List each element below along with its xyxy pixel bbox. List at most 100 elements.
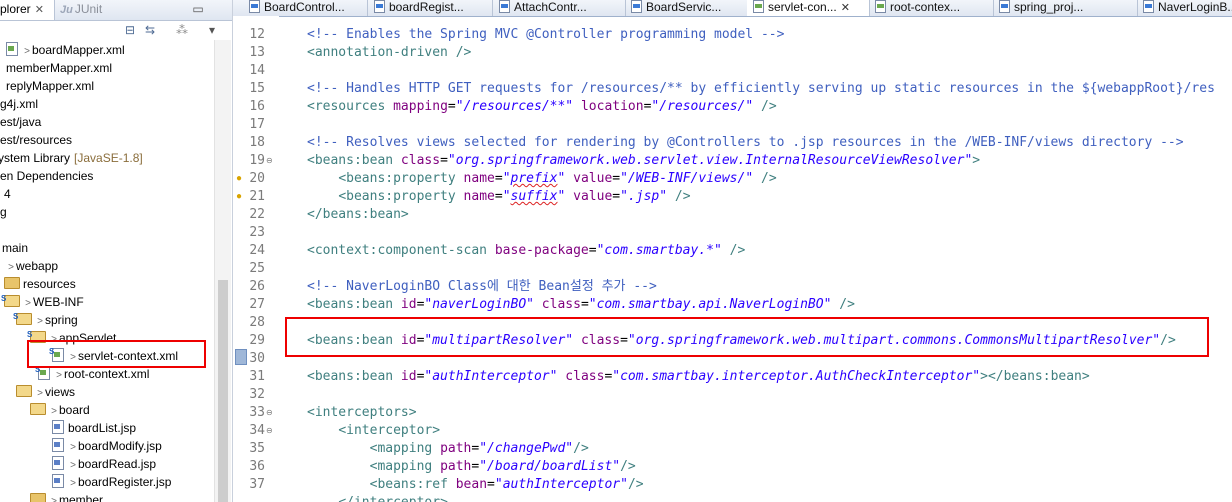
editor-tab[interactable]: BoardControl... [243, 0, 368, 16]
code-line[interactable]: <beans:bean id="authInterceptor" class="… [307, 368, 1090, 386]
tree-item[interactable]: boardList.jsp [52, 419, 136, 437]
code-line[interactable]: <mapping path="/board/boardList"/> [307, 458, 636, 476]
code-line[interactable]: <!-- Handles HTTP GET requests for /reso… [307, 80, 1215, 98]
code-line[interactable]: </beans:bean> [307, 206, 409, 224]
tree-item[interactable]: > boardModify.jsp [52, 437, 162, 455]
editor-tab[interactable]: boardRegist... [368, 0, 493, 16]
tab-junit[interactable]: Ju JUnit [60, 0, 102, 20]
code-line[interactable]: <!-- Resolves views selected for renderi… [307, 134, 1184, 152]
explorer-scroll-thumb[interactable] [218, 280, 228, 502]
editor-tab[interactable]: servlet-con... ✕ [747, 0, 870, 16]
line-number: 23 [249, 225, 265, 240]
editor-tab[interactable]: BoardServic... [625, 0, 748, 16]
tree-item[interactable]: > boardRegister.jsp [52, 473, 171, 491]
editor-tab[interactable]: spring_proj... [993, 0, 1138, 16]
line-number: 14 [249, 63, 265, 78]
focus-icon[interactable]: ⁂ [174, 22, 190, 38]
tree-item[interactable]: memberMapper.xml [6, 59, 112, 77]
java-file-icon [631, 0, 642, 13]
code-line[interactable]: <interceptor> [307, 422, 440, 440]
editor-tab-label: boardRegist... [389, 0, 464, 14]
spring-badge-icon: S [13, 312, 19, 321]
java-file-icon [1143, 0, 1154, 13]
tree-item-label: member [59, 493, 104, 502]
fold-toggle-icon[interactable]: ⊖ [266, 404, 273, 422]
tree-item-label: boardModify.jsp [78, 439, 162, 453]
line-number: 31 [249, 369, 265, 384]
line-number: 17 [249, 117, 265, 132]
code-line[interactable]: <!-- NaverLoginBO Class에 대한 Bean설정 추가 --… [307, 278, 657, 296]
tree-item[interactable]: > views [16, 383, 75, 401]
tree-item[interactable]: main [2, 239, 28, 257]
code-line[interactable]: <annotation-driven /> [307, 44, 471, 62]
editor-tab[interactable]: AttachContr... [493, 0, 626, 16]
tree-item[interactable]: > boardRead.jsp [52, 455, 156, 473]
editor-tab-label: AttachContr... [514, 0, 587, 14]
code-line[interactable]: <context:component-scan base-package="co… [307, 242, 745, 260]
file-icon [52, 438, 64, 452]
code-line[interactable]: <resources mapping="/resources/**" locat… [307, 98, 777, 116]
tree-item[interactable]: 4 [4, 185, 11, 203]
minimize-icon[interactable]: ▭ [190, 1, 206, 17]
folder-icon [30, 493, 46, 502]
tree-item-label: boardList.jsp [68, 421, 137, 435]
file-icon [52, 474, 64, 488]
code-line[interactable]: <interceptors> [307, 404, 417, 422]
editor-tab-bar: BoardControl... boardRegist... AttachContr… [233, 0, 1232, 17]
line-number: 24 [249, 243, 265, 258]
tree-item[interactable]: g [0, 203, 7, 221]
tree-item[interactable]: > member [30, 491, 103, 502]
tree-item[interactable]: resources [4, 275, 76, 293]
fold-toggle-icon[interactable]: ⊖ [266, 422, 273, 440]
explorer-scrollbar[interactable] [214, 40, 231, 502]
file-icon [52, 456, 64, 470]
editor-tab[interactable]: root-contex... [869, 0, 994, 16]
tree-item-label: root-context.xml [64, 367, 150, 381]
tree-item-label: resources [23, 277, 76, 291]
line-number: 29 [249, 333, 265, 348]
code-line[interactable]: </interceptor> [307, 494, 448, 502]
code-line[interactable]: <beans:property name="prefix" value="/WE… [307, 170, 776, 188]
code-line[interactable]: <mapping path="/changePwd"/> [307, 440, 589, 458]
line-number: 25 [249, 261, 265, 276]
line-number: 18 [249, 135, 265, 150]
tree-item[interactable]: replyMapper.xml [6, 77, 94, 95]
tree-item-label: WEB-INF [33, 295, 84, 309]
file-icon [6, 42, 18, 56]
line-number-gutter: 12 13 14 15 16 17 18 19 20 21 22 23 24 25 26 27 28 29 30 31… [233, 16, 279, 502]
tree-item[interactable]: > board [30, 401, 90, 419]
view-menu-icon[interactable]: ▾ [204, 22, 220, 38]
spring-badge-icon: S [1, 294, 7, 303]
close-tab-icon[interactable]: ✕ [841, 2, 850, 14]
editor-tab-label: spring_proj... [1014, 0, 1084, 14]
tree-item[interactable]: > webapp [6, 257, 58, 275]
link-with-editor-icon[interactable]: ⇆ [142, 22, 158, 38]
tree-item-label: views [45, 385, 76, 399]
tree-item-label: g [0, 205, 7, 219]
fold-toggle-icon[interactable]: ⊖ [266, 152, 273, 170]
warning-bulb-icon[interactable]: ● [236, 188, 242, 206]
collapse-all-icon[interactable]: ⊟ [122, 22, 138, 38]
editor-tab[interactable]: NaverLoginB... [1137, 0, 1232, 16]
code-line[interactable]: <beans:bean id="naverLoginBO" class="com… [307, 296, 855, 314]
close-icon[interactable]: ✕ [35, 4, 44, 16]
tree-item[interactable]: est/resources [0, 131, 72, 149]
code-area[interactable]: <!-- Enables the Spring MVC @Controller … [279, 16, 1232, 502]
tree-item[interactable]: ystem Library [JavaSE-1.8] [0, 149, 143, 167]
code-line[interactable]: <beans:ref bean="authInterceptor"/> [307, 476, 644, 494]
editor-tab-label: BoardControl... [264, 0, 345, 14]
tree-item[interactable]: est/java [0, 113, 41, 131]
warning-bulb-icon[interactable]: ● [236, 170, 242, 188]
line-number: 12 [249, 27, 265, 42]
tree-item[interactable]: > boardMapper.xml [6, 41, 125, 59]
code-line[interactable]: <beans:bean class="org.springframework.w… [307, 152, 980, 170]
line-number: 33 [249, 405, 265, 420]
code-line[interactable]: <beans:property name="suffix" value=".js… [307, 188, 690, 206]
code-line[interactable]: <!-- Enables the Spring MVC @Controller … [307, 26, 784, 44]
tree-item[interactable]: en Dependencies [0, 167, 93, 185]
tree-item[interactable]: S > spring [13, 311, 78, 329]
folder-icon: S [13, 312, 32, 325]
tree-item[interactable]: g4j.xml [0, 95, 38, 113]
folder-icon [30, 403, 46, 415]
tab-package-explorer[interactable]: plorer ✕ [0, 0, 55, 20]
